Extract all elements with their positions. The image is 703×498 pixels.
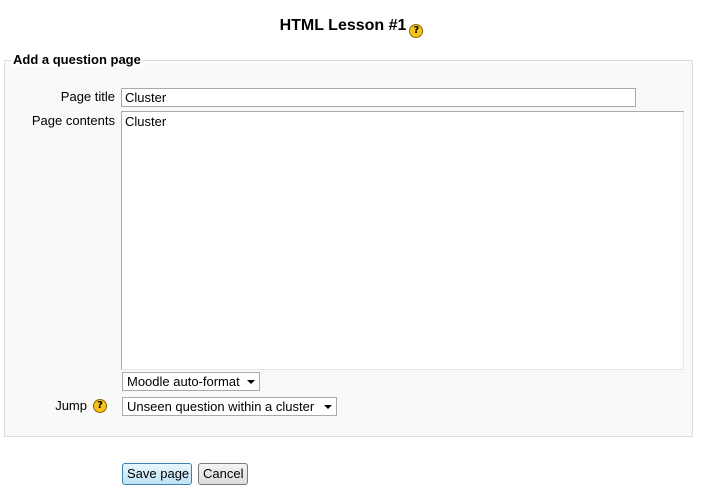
jump-select[interactable]: Unseen question within a cluster — [122, 397, 337, 416]
help-icon[interactable]: ? — [409, 24, 424, 38]
page-contents-label: Page contents — [31, 113, 115, 128]
fieldset-legend: Add a question page — [11, 52, 143, 67]
page-title: HTML Lesson #1 — [279, 17, 407, 34]
page-heading: HTML Lesson #1? — [0, 17, 703, 38]
page-title-label: Page title — [60, 89, 115, 104]
page-title-input[interactable]: Cluster — [121, 88, 636, 107]
jump-label: Jump — [55, 398, 87, 413]
page-contents-textarea[interactable]: Cluster — [121, 111, 684, 370]
page: HTML Lesson #1? Add a question page Page… — [0, 0, 703, 498]
cancel-button[interactable]: Cancel — [198, 463, 248, 485]
jump-select-value: Unseen question within a cluster — [127, 399, 315, 414]
format-select-value: Moodle auto-format — [127, 374, 240, 389]
chevron-down-icon — [247, 380, 255, 384]
format-select[interactable]: Moodle auto-format — [122, 372, 260, 391]
jump-help-icon[interactable]: ? — [93, 399, 107, 413]
chevron-down-icon — [324, 405, 332, 409]
save-page-button[interactable]: Save page — [122, 463, 192, 485]
